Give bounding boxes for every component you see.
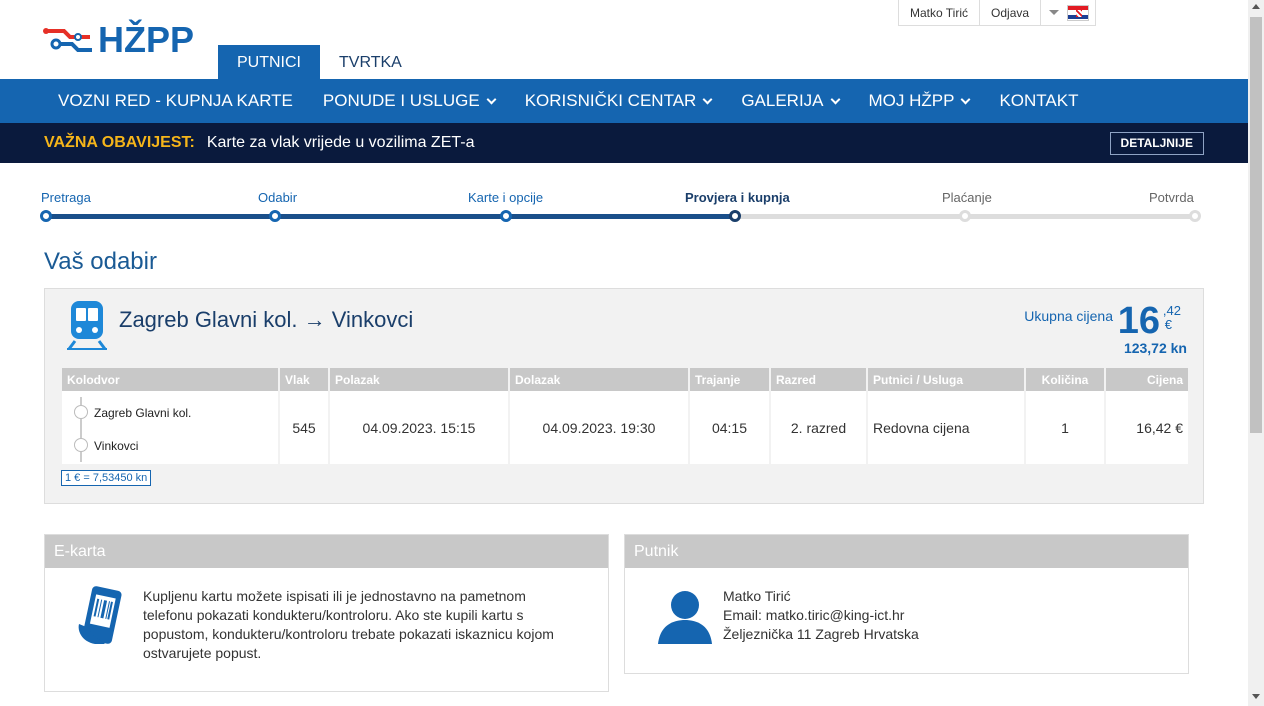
col-razred: Razred: [771, 368, 868, 391]
selection-summary: Zagreb Glavni kol. → Vinkovci Ukupna cij…: [44, 288, 1204, 504]
nav-ponude[interactable]: PONUDE I USLUGE: [308, 79, 510, 123]
departure-time: 04.09.2023. 15:15: [330, 391, 510, 464]
total-price-kn: 123,72 kn: [1123, 340, 1187, 356]
logout-link[interactable]: Odjava: [980, 0, 1042, 25]
nav-korisnicki-centar[interactable]: KORISNIČKI CENTAR: [510, 79, 727, 123]
nav-label: GALERIJA: [741, 91, 824, 110]
price: 16,42 €: [1106, 391, 1188, 464]
audience-tabs: PUTNICI TVRTKA: [218, 45, 421, 79]
route-title: Zagreb Glavni kol. → Vinkovci: [119, 307, 414, 332]
passenger-address: Željeznička 11 Zagreb Hrvatska: [723, 626, 919, 642]
passenger-email: Email: matko.tiric@king-ict.hr: [723, 607, 905, 623]
trip-table: Kolodvor Vlak Polazak Dolazak Trajanje R…: [62, 368, 1188, 464]
details-button[interactable]: DETALJNIJE: [1109, 132, 1204, 155]
putnik-card: Putnik Matko Tirić Email: matko.tiric@ki…: [624, 534, 1189, 674]
step-placanje: Plaćanje: [942, 190, 992, 205]
step-dot: [500, 210, 512, 222]
step-provjera-i-kupnja: Provjera i kupnja: [685, 190, 790, 205]
tab-putnici[interactable]: PUTNICI: [218, 45, 320, 79]
scroll-thumb[interactable]: [1250, 17, 1262, 433]
total-price-decimal: ,42: [1162, 303, 1181, 318]
col-dolazak: Dolazak: [510, 368, 690, 391]
train-icon: [67, 301, 107, 350]
col-kolodvor: Kolodvor: [62, 368, 280, 391]
col-vlak: Vlak: [280, 368, 330, 391]
exchange-rate: 1 € = 7,53450 kn: [61, 470, 152, 486]
chevron-down-icon: [702, 94, 713, 104]
quantity: 1: [1026, 391, 1106, 464]
train-number: 545: [280, 391, 330, 464]
col-cijena: Cijena: [1106, 368, 1188, 391]
scroll-down-icon[interactable]: [1252, 694, 1260, 699]
table-row: Zagreb Glavni kol. Vinkovci 545 04.09.20…: [62, 391, 1188, 464]
page-scrollbar[interactable]: [1248, 0, 1264, 706]
col-polazak: Polazak: [330, 368, 510, 391]
total-price-label: Ukupna cijena: [1024, 308, 1113, 324]
language-selector[interactable]: [1041, 0, 1095, 25]
step-potvrda: Potvrda: [1149, 190, 1194, 205]
nav-label: KORISNIČKI CENTAR: [524, 91, 697, 110]
passenger-name: Matko Tirić: [723, 588, 791, 604]
passenger-type: Redovna cijena: [868, 391, 1026, 464]
chevron-down-icon: [830, 94, 840, 104]
table-header-row: Kolodvor Vlak Polazak Dolazak Trajanje R…: [62, 368, 1188, 391]
from-station: Zagreb Glavni kol.: [94, 406, 192, 420]
important-notice: VAŽNA OBAVIJEST: Karte za vlak vrijede u…: [0, 123, 1248, 163]
tab-tvrtka[interactable]: TVRTKA: [320, 45, 421, 79]
step-dot: [1189, 210, 1201, 222]
duration: 04:15: [690, 391, 771, 464]
main-nav: VOZNI RED - KUPNJA KARTE PONUDE I USLUGE…: [0, 79, 1248, 123]
hzpp-logo-icon: [43, 28, 92, 52]
ekarta-description: Kupljenu kartu možete ispisati ili je je…: [143, 588, 554, 661]
logo-text: HŽPP: [98, 19, 195, 60]
ekarta-card: E-karta Kupljenu kartu možete ispisati i…: [44, 534, 609, 692]
stations-cell: Zagreb Glavni kol. Vinkovci: [62, 391, 280, 464]
chevron-down-icon: [486, 94, 497, 104]
checkout-progress: Pretraga Odabir Karte i opcije Provjera …: [40, 190, 1201, 226]
scroll-up-icon[interactable]: [1252, 4, 1260, 9]
nav-label: VOZNI RED - KUPNJA KARTE: [58, 91, 293, 110]
to-station: Vinkovci: [94, 439, 139, 453]
step-odabir[interactable]: Odabir: [258, 190, 297, 205]
progress-fill: [46, 214, 736, 219]
user-bar: Matko Tirić Odjava: [898, 0, 1097, 26]
nav-galerija[interactable]: GALERIJA: [726, 79, 853, 123]
page-title: Vaš odabir: [44, 248, 157, 275]
nav-label: KONTAKT: [999, 91, 1079, 110]
notice-label: VAŽNA OBAVIJEST:: [44, 134, 195, 151]
arrival-time: 04.09.2023. 19:30: [510, 391, 690, 464]
croatian-flag-icon: [1067, 4, 1090, 21]
nav-label: MOJ HŽPP: [868, 91, 955, 110]
step-dot: [269, 210, 281, 222]
chevron-down-icon: [961, 94, 971, 104]
col-kolicina: Količina: [1026, 368, 1106, 391]
col-trajanje: Trajanje: [690, 368, 771, 391]
step-dot: [40, 210, 52, 222]
user-name-link[interactable]: Matko Tirić: [899, 0, 981, 25]
step-pretraga[interactable]: Pretraga: [41, 190, 91, 205]
nav-label: PONUDE I USLUGE: [322, 91, 480, 110]
progress-track: [46, 214, 1198, 219]
col-putnici: Putnici / Usluga: [868, 368, 1026, 391]
hzpp-logo[interactable]: HŽPP: [42, 19, 195, 60]
ekarta-title: E-karta: [45, 535, 608, 568]
nav-vozni-red[interactable]: VOZNI RED - KUPNJA KARTE: [43, 79, 308, 123]
nav-kontakt[interactable]: KONTAKT: [984, 79, 1093, 123]
notice-text[interactable]: Karte za vlak vrijede u vozilima ZET-a: [207, 134, 475, 152]
total-price-currency: €: [1164, 317, 1172, 332]
mobile-ticket-icon: [78, 586, 122, 644]
station-dot: [74, 438, 88, 452]
user-avatar-icon: [658, 591, 712, 644]
station-dot: [74, 405, 88, 419]
total-price-integer: 16: [1117, 300, 1160, 342]
putnik-title: Putnik: [625, 535, 1188, 568]
chevron-down-icon: [1049, 10, 1060, 15]
travel-class: 2. razred: [771, 391, 868, 464]
site-header: HŽPP PUTNICI TVRTKA Matko Tirić Odjava: [0, 0, 1248, 79]
step-dot: [729, 210, 741, 222]
step-karte-i-opcije[interactable]: Karte i opcije: [468, 190, 543, 205]
nav-moj-hzpp[interactable]: MOJ HŽPP: [854, 79, 985, 123]
step-dot: [959, 210, 971, 222]
